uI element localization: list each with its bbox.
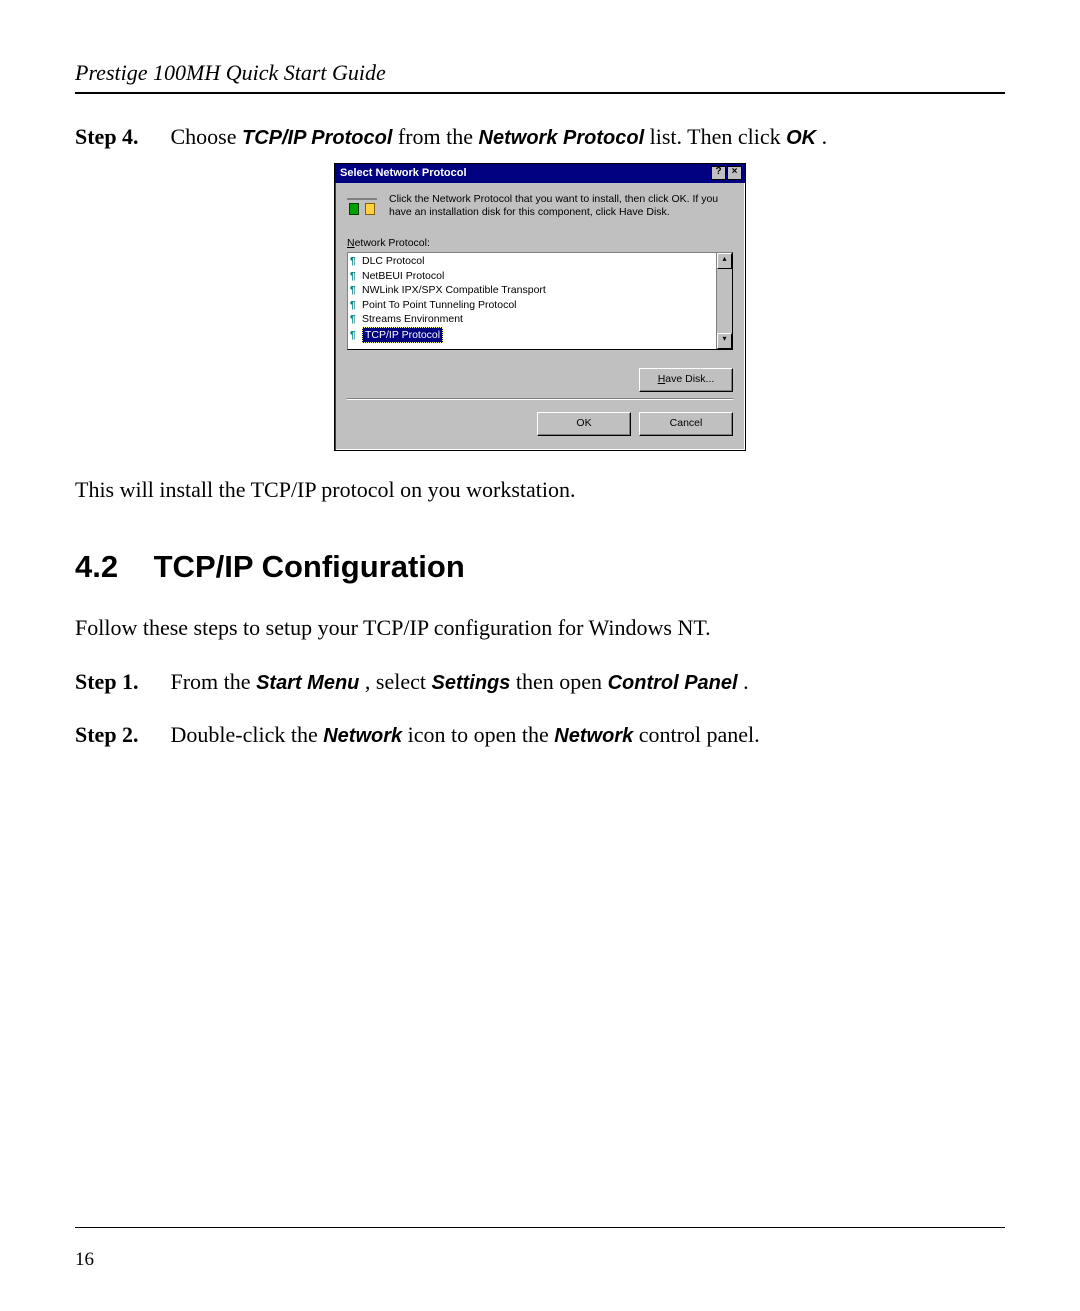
scrollbar[interactable]: ▴ ▾ <box>716 253 732 349</box>
bold-ok: OK <box>786 127 816 149</box>
step-4: Step 4. Choose TCP/IP Protocol from the … <box>75 122 1005 153</box>
dialog-title: Select Network Protocol <box>340 167 467 179</box>
protocol-listbox[interactable]: ¶DLC Protocol ¶NetBEUI Protocol ¶NWLink … <box>347 252 733 350</box>
bold-control-panel: Control Panel <box>608 672 738 694</box>
protocol-icon: ¶ <box>350 299 362 313</box>
dialog-titlebar: Select Network Protocol ? × <box>335 164 745 183</box>
list-label: Network Protocol: <box>347 237 733 249</box>
section-title-text: TCP/IP Configuration <box>154 549 465 584</box>
protocol-icon: ¶ <box>350 270 362 284</box>
step-1-body: From the Start Menu , select Settings th… <box>171 667 991 698</box>
scroll-up-icon[interactable]: ▴ <box>717 253 732 269</box>
step-1: Step 1. From the Start Menu , select Set… <box>75 667 1005 698</box>
help-icon[interactable]: ? <box>711 166 726 180</box>
dialog-instruction: Click the Network Protocol that you want… <box>389 193 733 219</box>
page-header: Prestige 100MH Quick Start Guide <box>75 60 1005 86</box>
section-heading: 4.2 TCP/IP Configuration <box>75 549 1005 585</box>
footer-rule <box>75 1227 1005 1228</box>
bold-network-protocol: Network Protocol <box>479 127 645 149</box>
list-item[interactable]: ¶Streams Environment <box>350 312 714 327</box>
step-2: Step 2. Double-click the Network icon to… <box>75 720 1005 751</box>
step-1-label: Step 1. <box>75 667 165 698</box>
bold-start-menu: Start Menu <box>256 672 359 694</box>
separator <box>347 398 733 400</box>
bold-network-1: Network <box>323 725 402 747</box>
protocol-icon: ¶ <box>350 255 362 269</box>
section-number: 4.2 <box>75 549 145 585</box>
list-item[interactable]: ¶DLC Protocol <box>350 254 714 269</box>
bold-settings: Settings <box>432 672 511 694</box>
post-dialog-text: This will install the TCP/IP protocol on… <box>75 477 1005 503</box>
list-item[interactable]: ¶NWLink IPX/SPX Compatible Transport <box>350 283 714 298</box>
page-number: 16 <box>75 1249 94 1271</box>
cancel-button[interactable]: Cancel <box>639 412 733 436</box>
protocol-icon: ¶ <box>350 313 362 327</box>
bold-network-2: Network <box>554 725 633 747</box>
section-intro: Follow these steps to setup your TCP/IP … <box>75 615 1005 641</box>
step-2-body: Double-click the Network icon to open th… <box>171 720 991 751</box>
select-network-protocol-dialog: Select Network Protocol ? × Click the Ne… <box>334 163 746 451</box>
list-item[interactable]: ¶NetBEUI Protocol <box>350 269 714 284</box>
list-item-selected[interactable]: ¶TCP/IP Protocol <box>350 327 714 343</box>
bold-tcpip: TCP/IP Protocol <box>242 127 392 149</box>
scroll-down-icon[interactable]: ▾ <box>717 333 732 349</box>
step-4-label: Step 4. <box>75 122 165 153</box>
step-4-body: Choose TCP/IP Protocol from the Network … <box>171 122 991 153</box>
close-icon[interactable]: × <box>727 166 742 180</box>
have-disk-button[interactable]: Have Disk... <box>639 368 733 392</box>
header-rule <box>75 92 1005 94</box>
ok-button[interactable]: OK <box>537 412 631 436</box>
protocol-icon: ¶ <box>350 284 362 298</box>
list-item[interactable]: ¶Point To Point Tunneling Protocol <box>350 298 714 313</box>
step-2-label: Step 2. <box>75 720 165 751</box>
network-protocol-icon <box>347 193 377 217</box>
protocol-icon: ¶ <box>350 329 362 343</box>
